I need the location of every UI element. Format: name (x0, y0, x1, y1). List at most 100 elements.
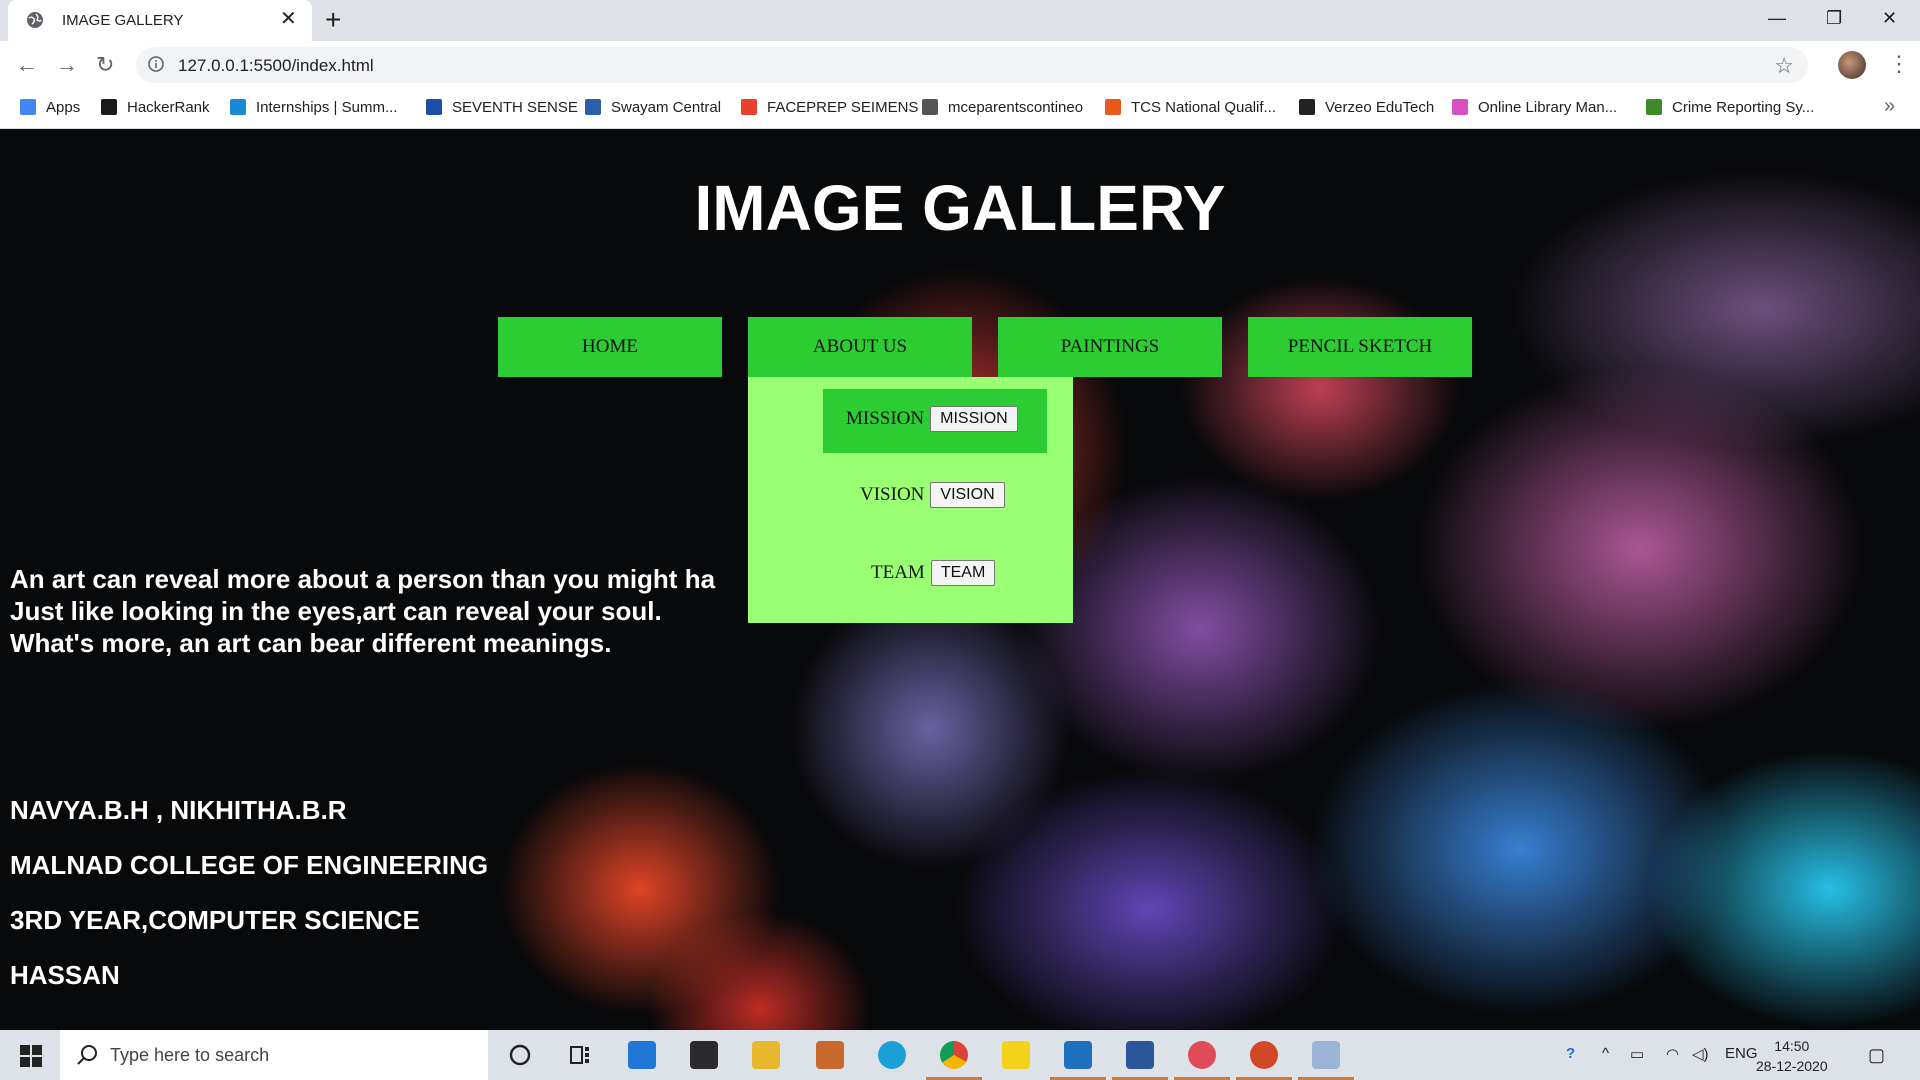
globe-icon (922, 99, 938, 115)
page-title: IMAGE GALLERY (694, 172, 1226, 244)
vision-label: VISION (860, 484, 925, 505)
browser-toolbar: ← → ↻ 127.0.0.1:5500/index.html ☆ ⋮ (0, 41, 1920, 89)
bookmark-label: TCS National Qualif... (1131, 99, 1277, 116)
dropdown-item-mission[interactable]: MISSION MISSION (823, 389, 1047, 453)
profile-avatar[interactable] (1838, 51, 1866, 79)
browser-tab[interactable]: IMAGE GALLERY ✕ (8, 0, 312, 41)
bookmark-verzeo[interactable]: Verzeo EduTech (1299, 99, 1434, 119)
bookmark-swayam[interactable]: Swayam Central (585, 99, 721, 119)
authors-line: NAVYA.B.H , NIKHITHA.B.R (10, 795, 347, 825)
leaf-icon (1646, 99, 1662, 115)
minimize-icon[interactable]: — (1768, 8, 1786, 29)
paint-icon[interactable] (1298, 1041, 1354, 1080)
vision-button[interactable]: VISION (930, 482, 1005, 508)
notification-icon[interactable]: ▢ (1868, 1045, 1885, 1066)
site-info-icon[interactable] (148, 56, 164, 72)
bookmark-hackerrank[interactable]: HackerRank (101, 99, 210, 119)
bookmark-internships[interactable]: Internships | Summ... (230, 99, 397, 119)
intro-line: An art can reveal more about a person th… (10, 564, 716, 594)
year-line: 3RD YEAR,COMPUTER SCIENCE (10, 905, 420, 935)
intro-line: Just like looking in the eyes,art can re… (10, 596, 662, 626)
bookmark-crime-reporting[interactable]: Crime Reporting Sy... (1646, 99, 1814, 119)
taskbar-search-box[interactable]: Type here to search (60, 1030, 488, 1080)
internshala-icon (230, 99, 246, 115)
windows-start-icon[interactable] (20, 1045, 42, 1067)
file-explorer-icon[interactable] (752, 1041, 780, 1069)
bookmark-apps[interactable]: Apps (20, 99, 80, 119)
city-line: HASSAN (10, 960, 120, 990)
snipping-tool-icon[interactable] (1174, 1041, 1230, 1080)
nav-pencil-sketch[interactable]: PENCIL SKETCH (1248, 317, 1472, 377)
nav-home[interactable]: HOME (498, 317, 722, 377)
sublime-text-icon[interactable] (816, 1041, 844, 1069)
bookmark-label: mceparentscontineo (948, 99, 1084, 116)
team-label: TEAM (871, 562, 925, 583)
dropdown-item-vision[interactable]: VISION VISION (860, 482, 1005, 508)
nav-paintings[interactable]: PAINTINGS (998, 317, 1222, 377)
bookmark-star-icon[interactable]: ☆ (1774, 53, 1794, 79)
language-indicator[interactable]: ENG (1725, 1045, 1758, 1062)
nav-about-us[interactable]: ABOUT US (748, 317, 972, 377)
back-icon[interactable]: ← (16, 54, 38, 76)
hackerrank-icon (101, 99, 117, 115)
about-us-dropdown: MISSION MISSION VISION VISION TEAM TEAM (748, 377, 1073, 623)
cortana-icon[interactable] (506, 1041, 534, 1069)
tcs-icon (1105, 99, 1121, 115)
college-line: MALNAD COLLEGE OF ENGINEERING (10, 850, 489, 880)
restore-icon[interactable]: ❐ (1826, 8, 1842, 29)
bookmark-online-library[interactable]: Online Library Man... (1452, 99, 1617, 119)
faceprep-icon (741, 99, 757, 115)
mission-label: MISSION (846, 408, 925, 429)
bookmark-seventh-sense[interactable]: SEVENTH SENSE (426, 99, 578, 119)
clock-date: 28-12-2020 (1756, 1058, 1828, 1074)
close-tab-icon[interactable]: ✕ (280, 9, 297, 29)
swayam-icon (585, 99, 601, 115)
battery-icon[interactable]: ▭ (1630, 1045, 1644, 1063)
volume-icon[interactable]: ◁) (1692, 1045, 1709, 1063)
chevron-more-icon[interactable]: » (1884, 95, 1895, 118)
seventh-sense-icon (426, 99, 442, 115)
vs-code-icon[interactable] (1050, 1041, 1106, 1080)
globe-icon (27, 12, 43, 28)
edge-icon[interactable] (878, 1041, 906, 1069)
verzeo-icon (1299, 99, 1315, 115)
browser-tab-bar: IMAGE GALLERY ✕ + — ❐ ✕ (0, 0, 1920, 41)
word-icon[interactable] (1112, 1041, 1168, 1080)
menu-kebab-icon[interactable]: ⋮ (1888, 53, 1910, 75)
address-bar[interactable]: 127.0.0.1:5500/index.html ☆ (136, 47, 1808, 83)
new-tab-icon[interactable]: + (325, 6, 341, 34)
mail-icon[interactable] (628, 1041, 656, 1069)
dropdown-item-team[interactable]: TEAM TEAM (871, 560, 996, 586)
page-viewport: IMAGE GALLERY HOME ABOUT US PAINTINGS PE… (0, 129, 1920, 1030)
dropbox-icon[interactable] (690, 1041, 718, 1069)
bookmark-label: Swayam Central (611, 99, 722, 116)
url-text: 127.0.0.1:5500/index.html (178, 56, 374, 75)
clock[interactable]: 14:50 28-12-2020 (1756, 1036, 1828, 1076)
apps-grid-icon (20, 99, 36, 115)
intro-paragraph: An art can reveal more about a person th… (10, 563, 715, 659)
task-view-icon[interactable] (566, 1041, 594, 1069)
wifi-icon[interactable]: ◠ (1666, 1045, 1679, 1063)
window-close-icon[interactable]: ✕ (1882, 8, 1897, 29)
windows-taskbar: Type here to search ? ^ ▭ ◠ ◁) ENG 14:50… (0, 1030, 1920, 1080)
reload-icon[interactable]: ↻ (96, 54, 114, 76)
bookmark-faceprep[interactable]: FACEPREP SEIMENS (741, 99, 918, 119)
intro-line: What's more, an art can bear different m… (10, 628, 612, 658)
chevron-up-icon[interactable]: ^ (1602, 1045, 1609, 1062)
search-placeholder: Type here to search (110, 1045, 270, 1065)
bookmark-label: HackerRank (127, 99, 210, 116)
bookmark-tcs[interactable]: TCS National Qualif... (1105, 99, 1276, 119)
bookmark-label: Online Library Man... (1478, 99, 1618, 116)
forward-icon[interactable]: → (56, 54, 78, 76)
bookmark-mceparents[interactable]: mceparentscontineo (922, 99, 1083, 119)
team-button[interactable]: TEAM (930, 560, 996, 586)
chrome-icon[interactable] (926, 1041, 982, 1080)
powerpoint-icon[interactable] (1236, 1041, 1292, 1080)
bookmarks-bar: Apps HackerRank Internships | Summ... SE… (0, 89, 1920, 129)
help-icon[interactable]: ? (1566, 1045, 1575, 1062)
bookmark-label: SEVENTH SENSE (452, 99, 578, 116)
bookmark-label: Crime Reporting Sy... (1672, 99, 1815, 116)
bookmark-label: Internships | Summ... (256, 99, 398, 116)
mission-button[interactable]: MISSION (930, 406, 1018, 432)
sticky-notes-icon[interactable] (1002, 1041, 1030, 1069)
